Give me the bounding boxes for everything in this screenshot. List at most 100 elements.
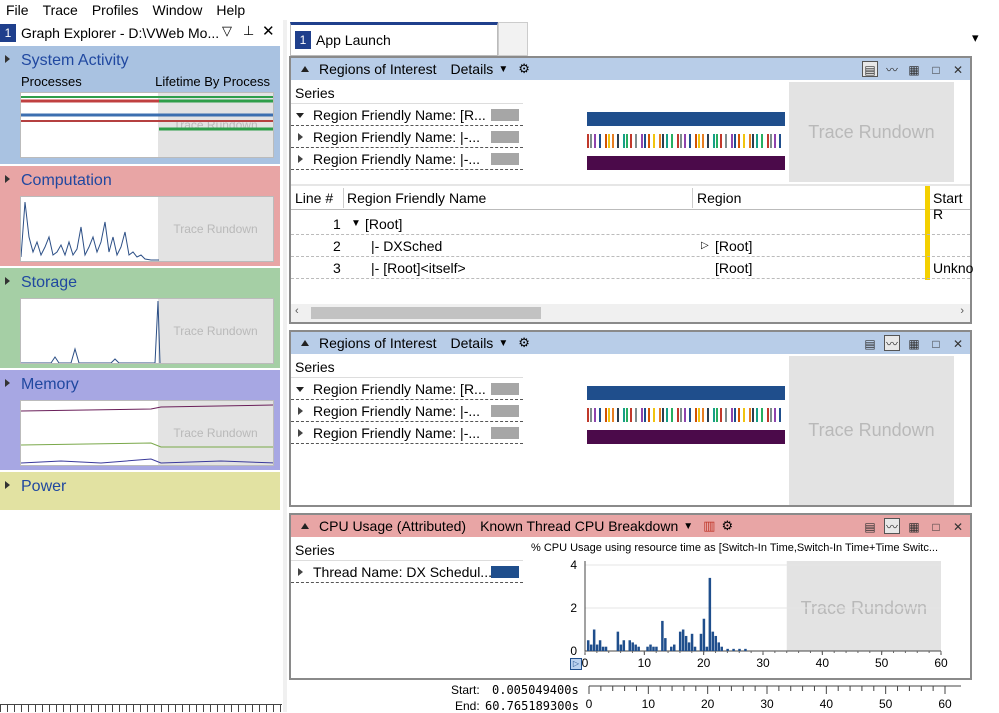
chevron-down-icon[interactable]: ▼ (683, 521, 693, 532)
vertical-scrollbar[interactable] (954, 356, 970, 505)
cpu-bar (616, 631, 620, 651)
details-dropdown[interactable]: Details (451, 335, 494, 351)
series-row[interactable]: Region Friendly Name: [R... (291, 378, 523, 400)
chevron-down-icon[interactable]: ▼ (498, 64, 508, 75)
menu-profiles[interactable]: Profiles (86, 0, 147, 20)
x-tick-label: 20 (697, 656, 711, 670)
tab-menu-icon[interactable]: ▾ (972, 30, 979, 46)
category-computation[interactable]: Computation Trace Rundown (0, 166, 280, 266)
x-tick-label: 60 (934, 656, 948, 670)
regions-of-interest-panel-2: Regions of Interest Details ▼ ⚙ ▤ 〰 ▦ □ … (289, 330, 972, 507)
maximize-icon[interactable]: □ (928, 518, 944, 534)
menu-trace[interactable]: Trace (37, 0, 86, 20)
series-row[interactable]: Region Friendly Name: |-... (291, 400, 523, 422)
trace-rundown-region: Trace Rundown (789, 356, 954, 505)
expand-icon[interactable] (5, 175, 10, 183)
collapse-icon[interactable] (301, 523, 309, 529)
tab-label: App Launch (316, 32, 391, 48)
splitter[interactable] (283, 20, 287, 712)
pin-icon[interactable]: ⊥ (243, 23, 254, 39)
maximize-icon[interactable]: □ (928, 335, 944, 351)
collapse-icon[interactable] (301, 66, 309, 72)
col-region-friendly-name[interactable]: Region Friendly Name (347, 190, 486, 206)
graph-only-icon[interactable]: 〰 (884, 335, 900, 351)
graph-and-table-icon[interactable]: ▤ (862, 61, 878, 77)
table-only-icon[interactable]: ▦ (906, 335, 922, 351)
graph-and-table-icon[interactable]: ▤ (862, 335, 878, 351)
computation-sparkline (21, 201, 159, 261)
region-segment (671, 408, 673, 422)
menu-help[interactable]: Help (210, 0, 253, 20)
region-segment (734, 408, 736, 422)
menu-file[interactable]: File (0, 0, 37, 20)
cpu-bar (628, 640, 631, 651)
series-row[interactable]: Region Friendly Name: |-... (291, 126, 523, 148)
chart-icon[interactable]: ▥ (703, 518, 715, 534)
y-tick-label: 4 (570, 558, 577, 572)
vertical-scrollbar[interactable] (954, 82, 970, 182)
zoom-to-start-icon[interactable]: ▷ (570, 658, 582, 670)
series-row[interactable]: Region Friendly Name: |-... (291, 422, 523, 444)
scroll-thumb[interactable] (311, 307, 541, 319)
close-icon[interactable]: ✕ (950, 518, 966, 534)
region-segment (671, 134, 673, 148)
details-dropdown[interactable]: Details (451, 61, 494, 77)
graph-and-table-icon[interactable]: ▤ (862, 518, 878, 534)
ruler-label: 50 (879, 697, 893, 711)
cpu-bar (634, 644, 637, 651)
expand-icon[interactable] (5, 481, 10, 489)
settings-icon[interactable]: ⚙ (518, 335, 530, 351)
memory-thumbnail[interactable]: Trace Rundown (20, 400, 274, 466)
close-icon[interactable]: ✕ (950, 61, 966, 77)
region-segment (630, 408, 632, 422)
horizontal-scrollbar[interactable]: ‹ › (291, 304, 970, 322)
computation-thumbnail[interactable]: Trace Rundown (20, 196, 274, 262)
settings-icon[interactable]: ⚙ (721, 518, 733, 534)
table-row[interactable]: 1 ▼ [Root] (291, 213, 970, 235)
series-row[interactable]: Region Friendly Name: [R... (291, 104, 523, 126)
region-segment (666, 134, 668, 148)
expand-icon[interactable] (5, 379, 10, 387)
dropdown-icon[interactable]: ▽ (222, 23, 232, 39)
close-icon[interactable]: ✕ (262, 22, 275, 40)
table-row[interactable]: 2 |- DXSched ▷ [Root] (291, 235, 970, 257)
category-system-activity[interactable]: System Activity Processes Lifetime By Pr… (0, 46, 280, 164)
table-only-icon[interactable]: ▦ (906, 61, 922, 77)
expand-icon[interactable] (5, 55, 10, 63)
graph-only-icon[interactable]: 〰 (884, 518, 900, 534)
category-memory[interactable]: Memory Trace Rundown (0, 370, 280, 470)
table-only-icon[interactable]: ▦ (906, 518, 922, 534)
graph-explorer-badge: 1 (0, 24, 16, 42)
end-label: End: (455, 699, 480, 713)
preset-dropdown[interactable]: Known Thread CPU Breakdown (480, 518, 678, 534)
col-region[interactable]: Region (697, 190, 741, 206)
close-icon[interactable]: ✕ (950, 335, 966, 351)
menu-window[interactable]: Window (147, 0, 211, 20)
region-segment (720, 408, 722, 422)
category-power[interactable]: Power (0, 472, 280, 510)
region-segment (644, 134, 646, 148)
collapse-icon[interactable] (301, 340, 309, 346)
graph-only-icon[interactable]: 〰 (884, 61, 900, 77)
tab-app-launch[interactable]: 1 App Launch (290, 22, 498, 56)
region-segment (774, 408, 776, 422)
region-segment (630, 134, 632, 148)
system-activity-thumbnail[interactable]: Trace Rundown (20, 92, 274, 158)
col-line[interactable]: Line # (295, 190, 333, 206)
expand-icon[interactable] (5, 277, 10, 285)
category-storage[interactable]: Storage Trace Rundown (0, 268, 280, 368)
chevron-down-icon[interactable]: ▼ (498, 338, 508, 349)
region-graph[interactable]: Trace Rundown (527, 356, 970, 505)
ruler-label: 60 (938, 697, 952, 711)
region-segment (626, 408, 628, 422)
region-graph[interactable]: Trace Rundown (527, 82, 970, 182)
settings-icon[interactable]: ⚙ (518, 61, 530, 77)
storage-thumbnail[interactable]: Trace Rundown (20, 298, 274, 364)
region-segment (653, 134, 655, 148)
series-row[interactable]: Thread Name: DX Schedul... (291, 561, 523, 583)
series-row[interactable]: Region Friendly Name: |-... (291, 148, 523, 170)
table-row[interactable]: 3 |- [Root]<itself> [Root] Unkno (291, 257, 973, 279)
maximize-icon[interactable]: □ (928, 61, 944, 77)
cpu-usage-graph[interactable]: % CPU Usage using resource time as [Swit… (527, 539, 970, 678)
region-segment (626, 134, 628, 148)
